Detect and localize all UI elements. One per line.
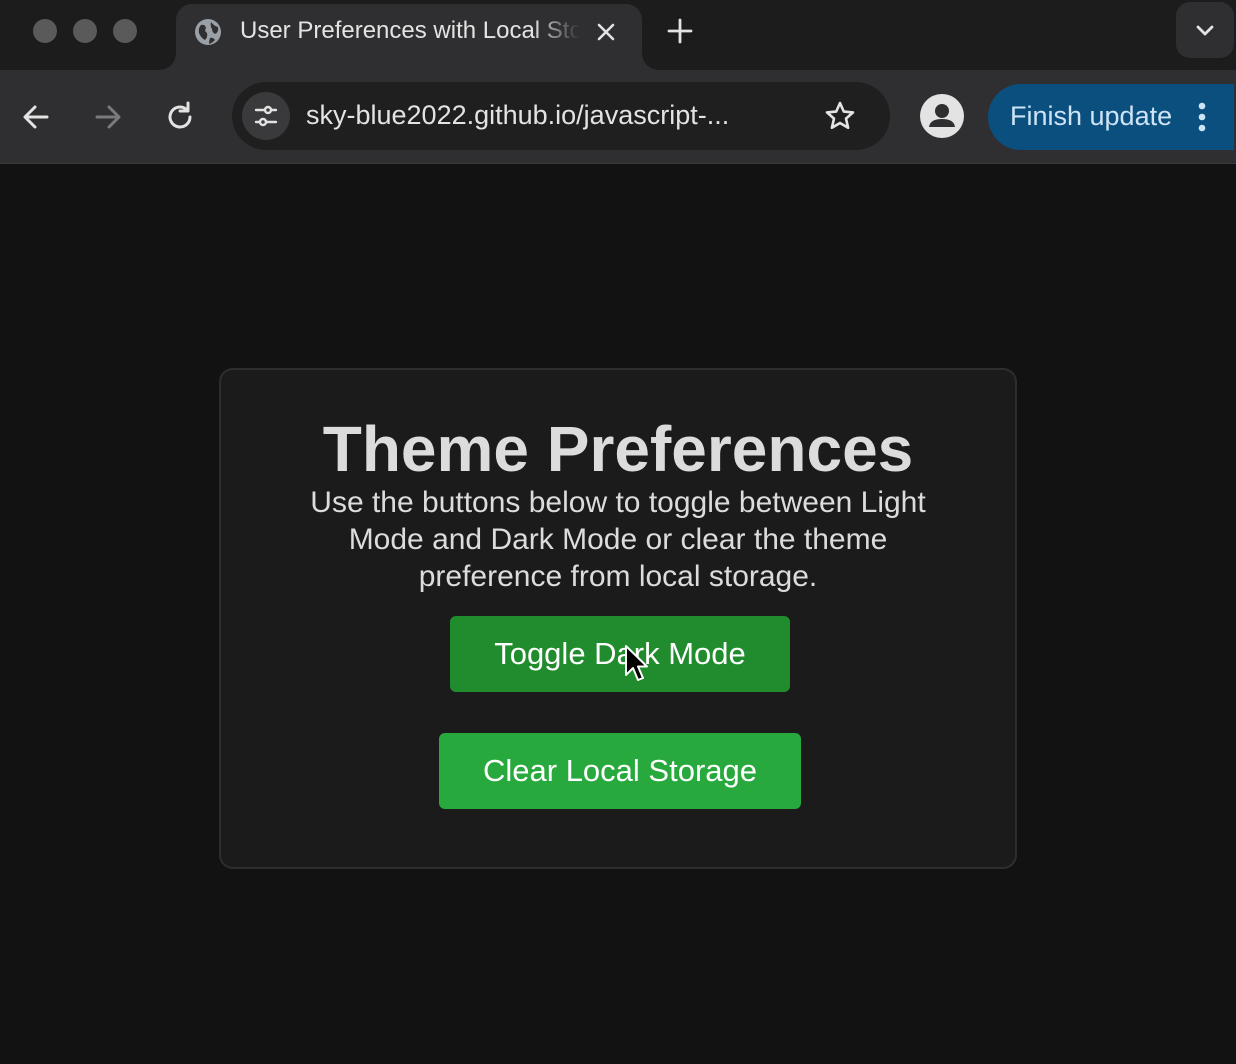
close-icon[interactable]: [594, 20, 618, 44]
globe-icon: [194, 18, 222, 46]
theme-preferences-card: Theme Preferences Use the buttons below …: [219, 368, 1017, 869]
page-description: Use the buttons below to toggle between …: [310, 486, 926, 593]
site-info-button[interactable]: [242, 92, 290, 140]
browser-toolbar: sky-blue2022.github.io/javascript-... Fi…: [0, 70, 1236, 164]
url-text[interactable]: sky-blue2022.github.io/javascript-...: [306, 100, 806, 132]
tune-icon: [254, 105, 278, 127]
tab-strip: User Preferences with Local Storage: [0, 0, 1236, 70]
clear-local-storage-button[interactable]: Clear Local Storage: [439, 733, 801, 809]
arrow-left-icon[interactable]: [18, 99, 54, 135]
reload-icon[interactable]: [162, 99, 198, 135]
browser-tab[interactable]: User Preferences with Local Storage: [160, 4, 658, 70]
plus-icon[interactable]: [666, 17, 694, 45]
toggle-dark-mode-button[interactable]: Toggle Dark Mode: [450, 616, 790, 692]
window-close-dot[interactable]: [33, 19, 57, 43]
finish-update-button[interactable]: Finish update: [988, 84, 1234, 150]
window-minimize-dot[interactable]: [73, 19, 97, 43]
star-icon[interactable]: [824, 100, 856, 132]
tab-search-button[interactable]: [1176, 2, 1234, 58]
address-bar[interactable]: sky-blue2022.github.io/javascript-...: [232, 82, 890, 150]
chevron-down-icon: [1196, 25, 1214, 36]
kebab-icon[interactable]: [1188, 101, 1216, 133]
person-icon[interactable]: [920, 94, 964, 138]
arrow-right-icon[interactable]: [90, 99, 126, 135]
mouse-cursor-icon: [624, 644, 650, 684]
tab-title: User Preferences with Local Storage: [240, 17, 580, 44]
page-title: Theme Preferences: [322, 413, 914, 485]
finish-update-label: Finish update: [1010, 101, 1173, 131]
window-maximize-dot[interactable]: [113, 19, 137, 43]
